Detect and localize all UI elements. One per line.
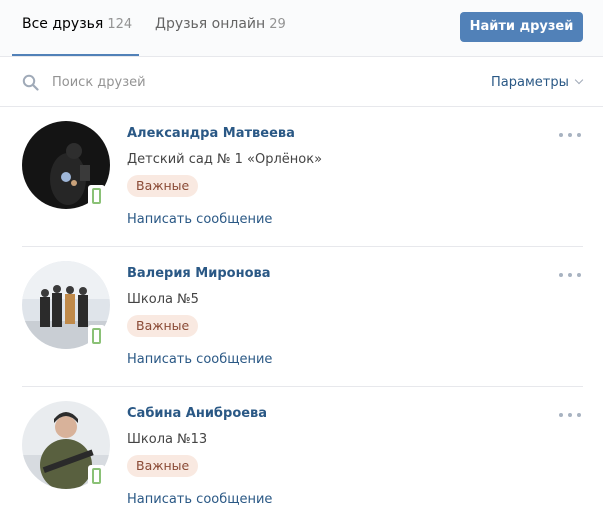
friend-row: Александра Матвеева Детский сад № 1 «Орл… bbox=[0, 107, 603, 247]
tab-all-friends[interactable]: Все друзья 124 bbox=[22, 16, 132, 32]
mobile-online-icon bbox=[88, 325, 105, 347]
search-row: Параметры bbox=[0, 57, 603, 107]
friend-name[interactable]: Валерия Миронова bbox=[127, 266, 271, 281]
write-message-link[interactable]: Написать сообщение bbox=[127, 492, 272, 507]
tab-friends-online[interactable]: Друзья онлайн 29 bbox=[155, 16, 286, 32]
friend-name[interactable]: Сабина Аниброева bbox=[127, 406, 267, 421]
friend-subtitle: Школа №5 bbox=[127, 292, 199, 307]
active-tab-indicator bbox=[12, 54, 139, 56]
search-input[interactable] bbox=[52, 70, 412, 94]
write-message-link[interactable]: Написать сообщение bbox=[127, 352, 272, 367]
friend-subtitle: Школа №13 bbox=[127, 432, 208, 447]
more-actions-icon[interactable] bbox=[557, 271, 583, 279]
friend-row: Сабина Аниброева Школа №13 Важные Написа… bbox=[0, 387, 603, 519]
friend-list-badge[interactable]: Важные bbox=[127, 455, 199, 477]
friend-row: Валерия Миронова Школа №5 Важные Написат… bbox=[0, 247, 603, 387]
parameters-dropdown[interactable]: Параметры bbox=[491, 75, 584, 90]
more-actions-icon[interactable] bbox=[557, 131, 583, 139]
chevron-down-icon bbox=[574, 75, 584, 85]
friend-subtitle: Детский сад № 1 «Орлёнок» bbox=[127, 152, 323, 167]
find-friends-button[interactable]: Найти друзей bbox=[460, 12, 583, 42]
tab-all-friends-count: 124 bbox=[107, 17, 133, 32]
more-actions-icon[interactable] bbox=[557, 411, 583, 419]
friends-tabs-bar: Все друзья 124 Друзья онлайн 29 Найти друз… bbox=[0, 0, 603, 57]
tab-friends-online-label: Друзья онлайн bbox=[155, 16, 266, 32]
mobile-online-icon bbox=[88, 465, 105, 487]
search-icon bbox=[22, 74, 39, 91]
friend-list-badge[interactable]: Важные bbox=[127, 175, 199, 197]
parameters-label: Параметры bbox=[491, 75, 569, 90]
write-message-link[interactable]: Написать сообщение bbox=[127, 212, 272, 227]
tab-all-friends-label: Все друзья bbox=[22, 16, 104, 32]
tab-friends-online-count: 29 bbox=[269, 17, 286, 32]
friend-list-badge[interactable]: Важные bbox=[127, 315, 199, 337]
mobile-online-icon bbox=[88, 185, 105, 207]
friend-name[interactable]: Александра Матвеева bbox=[127, 126, 295, 141]
